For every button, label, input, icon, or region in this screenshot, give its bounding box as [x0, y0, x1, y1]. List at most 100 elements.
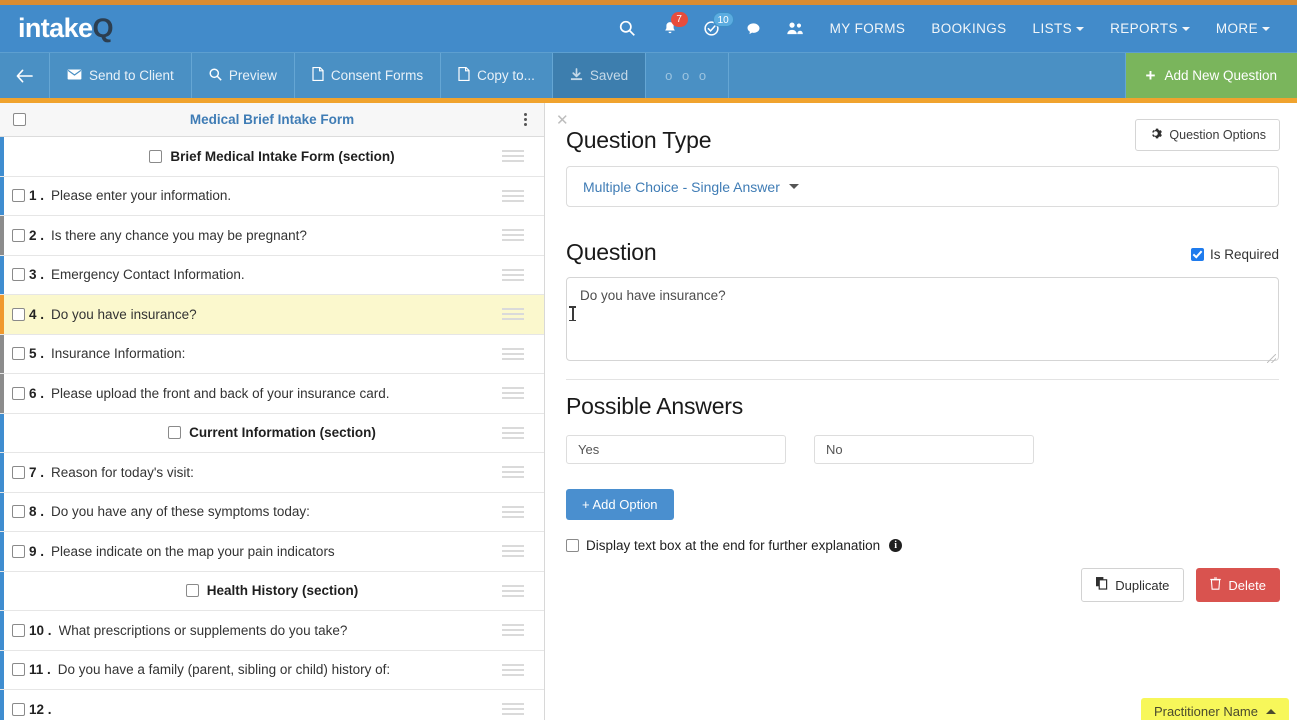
is-required-checkbox[interactable] — [1191, 248, 1204, 261]
row-checkbox[interactable] — [12, 703, 25, 716]
drag-handle-icon[interactable] — [502, 229, 524, 241]
preview-button[interactable]: Preview — [192, 53, 295, 98]
question-row[interactable]: 4 .Do you have insurance? — [0, 295, 544, 335]
close-icon[interactable]: ✕ — [556, 113, 569, 128]
question-rows: Brief Medical Intake Form (section) 1 . Pl… — [0, 137, 544, 720]
duplicate-button[interactable]: Duplicate — [1081, 568, 1184, 602]
is-required-label: Is Required — [1210, 247, 1279, 262]
question-row[interactable]: 12 . — [0, 690, 544, 720]
delete-button[interactable]: Delete — [1196, 568, 1280, 602]
toolbar-spacer — [729, 53, 1125, 98]
question-row[interactable]: 9 .Please indicate on the map your pain … — [0, 532, 544, 572]
row-checkbox[interactable] — [12, 229, 25, 242]
display-textbox-row[interactable]: Display text box at the end for further … — [566, 538, 1279, 553]
send-to-client-label: Send to Client — [89, 68, 174, 83]
drag-handle-icon[interactable] — [502, 150, 524, 162]
row-accent-bar — [0, 335, 4, 374]
save-download-icon — [570, 68, 583, 84]
chevron-down-icon — [1262, 27, 1270, 31]
drag-handle-icon[interactable] — [502, 664, 524, 676]
answer-option-input[interactable] — [566, 435, 786, 464]
info-icon[interactable]: i — [889, 539, 902, 552]
nav-bookings[interactable]: BOOKINGS — [918, 5, 1019, 52]
question-row[interactable]: 2 .Is there any chance you may be pregna… — [0, 216, 544, 256]
row-checkbox[interactable] — [12, 663, 25, 676]
drag-handle-icon[interactable] — [502, 269, 524, 281]
question-row[interactable]: 1 . Please enter your information. — [0, 177, 544, 217]
question-row[interactable]: 11 .Do you have a family (parent, siblin… — [0, 651, 544, 691]
nav-my-forms[interactable]: MY FORMS — [817, 5, 919, 52]
saved-label: Saved — [590, 68, 628, 83]
nav-reports[interactable]: REPORTS — [1097, 5, 1203, 52]
add-option-button[interactable]: + Add Option — [566, 489, 674, 520]
form-menu-icon[interactable] — [524, 113, 527, 126]
question-text-input[interactable] — [566, 277, 1279, 361]
nav-lists[interactable]: LISTS — [1020, 5, 1098, 52]
question-heading: Question — [566, 239, 656, 266]
answer-option-input[interactable] — [814, 435, 1034, 464]
question-row[interactable]: 6 .Please upload the front and back of y… — [0, 374, 544, 414]
saved-button[interactable]: Saved — [553, 53, 646, 98]
chat-icon[interactable] — [733, 5, 775, 52]
row-label: Please enter your information. — [51, 188, 231, 203]
row-checkbox[interactable] — [12, 347, 25, 360]
question-row[interactable]: 7 .Reason for today's visit: — [0, 453, 544, 493]
row-number: 6 . — [29, 386, 44, 401]
more-options-button[interactable]: o o o — [646, 53, 729, 98]
row-checkbox[interactable] — [12, 268, 25, 281]
nav-more[interactable]: MORE — [1203, 5, 1283, 52]
drag-handle-icon[interactable] — [502, 703, 524, 715]
intakeq-logo[interactable]: intakeQ — [18, 15, 113, 42]
search-icon[interactable] — [607, 5, 649, 52]
drag-handle-icon[interactable] — [502, 545, 524, 557]
add-new-question-button[interactable]: + Add New Question — [1126, 53, 1297, 98]
row-checkbox[interactable] — [12, 505, 25, 518]
row-number: 10 . — [29, 623, 52, 638]
row-checkbox[interactable] — [12, 189, 25, 202]
is-required-toggle[interactable]: Is Required — [1191, 247, 1279, 262]
add-new-question-label: Add New Question — [1164, 68, 1277, 83]
row-checkbox[interactable] — [12, 387, 25, 400]
question-row[interactable]: 8 .Do you have any of these symptoms tod… — [0, 493, 544, 533]
row-accent-bar — [0, 414, 4, 453]
drag-handle-icon[interactable] — [502, 387, 524, 399]
clients-group-icon[interactable] — [775, 5, 817, 52]
drag-handle-icon[interactable] — [502, 466, 524, 478]
envelope-icon — [67, 68, 82, 83]
practitioner-name-tab[interactable]: Practitioner Name — [1141, 698, 1289, 720]
question-row[interactable]: 5 .Insurance Information: — [0, 335, 544, 375]
row-checkbox[interactable] — [12, 545, 25, 558]
question-type-select[interactable]: Multiple Choice - Single Answer — [566, 166, 1279, 207]
drag-handle-icon[interactable] — [502, 585, 524, 597]
row-checkbox[interactable] — [12, 308, 25, 321]
question-options-button[interactable]: Question Options — [1135, 119, 1280, 151]
consent-forms-button[interactable]: Consent Forms — [295, 53, 441, 98]
row-number: 1 . — [29, 188, 44, 203]
copy-to-button[interactable]: Copy to... — [441, 53, 553, 98]
row-checkbox[interactable] — [186, 584, 199, 597]
drag-handle-icon[interactable] — [502, 506, 524, 518]
row-checkbox[interactable] — [12, 466, 25, 479]
textarea-resize-handle[interactable] — [1267, 354, 1276, 363]
row-accent-bar — [0, 572, 4, 611]
section-row[interactable]: Brief Medical Intake Form (section) — [0, 137, 544, 177]
send-to-client-button[interactable]: Send to Client — [50, 53, 192, 98]
row-checkbox[interactable] — [168, 426, 181, 439]
row-checkbox[interactable] — [149, 150, 162, 163]
question-row[interactable]: 3 .Emergency Contact Information. — [0, 256, 544, 296]
plus-icon: + — [1146, 67, 1156, 84]
section-row[interactable]: Current Information (section) — [0, 414, 544, 454]
drag-handle-icon[interactable] — [502, 624, 524, 636]
back-button[interactable] — [0, 53, 50, 98]
drag-handle-icon[interactable] — [502, 308, 524, 320]
row-number: 9 . — [29, 544, 44, 559]
bell-icon[interactable]: 7 — [649, 5, 691, 52]
question-row[interactable]: 10 .What prescriptions or supplements do… — [0, 611, 544, 651]
row-checkbox[interactable] — [12, 624, 25, 637]
display-textbox-checkbox[interactable] — [566, 539, 579, 552]
drag-handle-icon[interactable] — [502, 348, 524, 360]
section-row[interactable]: Health History (section) — [0, 572, 544, 612]
drag-handle-icon[interactable] — [502, 190, 524, 202]
check-circle-icon[interactable]: 10 — [691, 5, 733, 52]
drag-handle-icon[interactable] — [502, 427, 524, 439]
